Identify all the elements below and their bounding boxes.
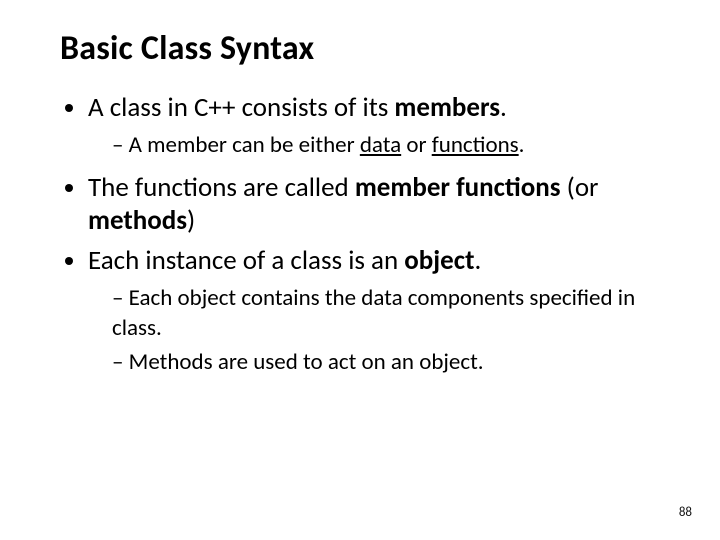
- bullet-3-a: Each instance of a class is an: [88, 244, 404, 277]
- bullet-2: The functions are called member function…: [88, 171, 670, 239]
- bullet-1-bold: members: [394, 91, 500, 124]
- sub-1-a: A member can be either: [129, 131, 360, 159]
- slide-title: Basic Class Syntax: [60, 28, 670, 69]
- sub-list-2: Each object contains the data components…: [88, 284, 670, 378]
- page-number: 88: [679, 505, 692, 520]
- sub-1-c: or: [401, 131, 432, 159]
- bullet-2-b1: member functions: [355, 171, 561, 204]
- sub-1-u2: functions: [432, 131, 519, 159]
- sub-2: Each object contains the data components…: [112, 284, 670, 344]
- sub-1-e: .: [519, 131, 525, 159]
- sub-list-1: A member can be either data or functions…: [88, 131, 670, 161]
- bullet-list: A class in C++ consists of its members. …: [60, 91, 670, 378]
- bullet-1-text-a: A class in C++ consists of its: [88, 91, 394, 124]
- bullet-1: A class in C++ consists of its members. …: [88, 91, 670, 161]
- bullet-1-text-c: .: [500, 91, 507, 124]
- sub-3: Methods are used to act on an object.: [112, 348, 670, 378]
- sub-1-u1: data: [360, 131, 401, 159]
- bullet-3-b: object: [404, 244, 474, 277]
- bullet-2-a: The functions are called: [88, 171, 355, 204]
- bullet-2-c: (or: [561, 171, 599, 204]
- slide: Basic Class Syntax A class in C++ consis…: [0, 0, 720, 540]
- bullet-2-b2: methods: [88, 204, 187, 237]
- sub-1: A member can be either data or functions…: [112, 131, 670, 161]
- bullet-3: Each instance of a class is an object. E…: [88, 244, 670, 377]
- bullet-3-c: .: [474, 244, 481, 277]
- bullet-2-e: ): [187, 204, 195, 237]
